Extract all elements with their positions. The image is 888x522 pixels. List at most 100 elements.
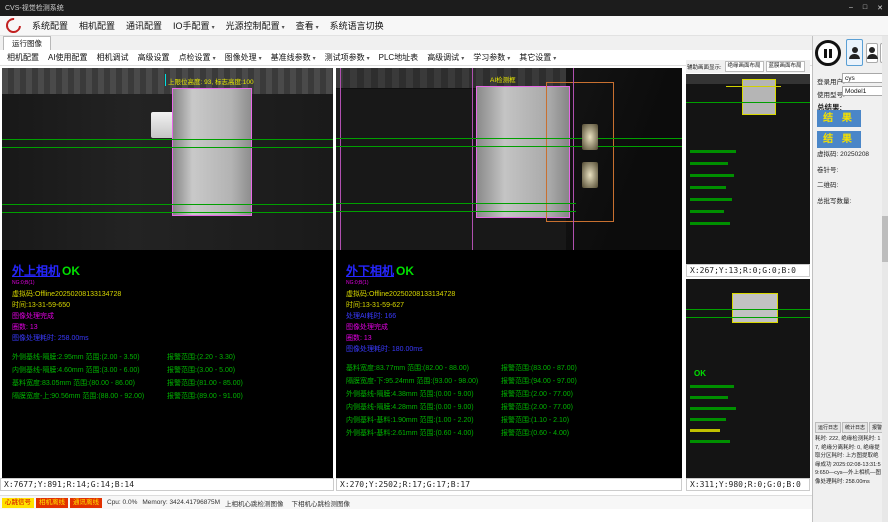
toolbar-item[interactable]: 相机调试 (97, 52, 129, 63)
menu-item[interactable]: 系统语言切换 (330, 19, 384, 32)
aux-view-header: 辅助画面显示: 绝缘画面布局蓝膜画面布局 (686, 60, 810, 73)
camera-view-lower[interactable]: AI检测框 外下相机OK NG:0;B(1) 虚拟码:Offline202502… (336, 68, 682, 478)
side-field-label: 虚拟码: (817, 151, 838, 158)
measurement-alarm-range: 报警范围:(3.00 - 5.00) (167, 364, 235, 377)
tab-run-image[interactable]: 运行图像 (3, 36, 51, 50)
measurement-alarm-range: 报警范围:(83.00 - 87.00) (501, 362, 577, 375)
menu-item[interactable]: 系统配置 (32, 19, 68, 32)
menu-item[interactable]: 通讯配置 (126, 19, 162, 32)
measure-line (686, 317, 810, 318)
app-window: CVS-视觉检测系统 – □ ✕ 系统配置相机配置通讯配置IO手配置光源控制配置… (0, 0, 888, 522)
aux-tabs: 绝缘画面布局蓝膜画面布局 (725, 61, 805, 72)
status-badge: 心跳信号 (2, 498, 34, 508)
reflection-glint (582, 124, 598, 150)
aux-tab[interactable]: 蓝膜画面布局 (766, 61, 805, 72)
measurement-alarm-range: 报警范围:(2.00 - 77.00) (501, 388, 573, 401)
marker-tick (165, 74, 166, 86)
status-badges: 心跳信号相机离线通讯离线 (2, 498, 102, 508)
toolbar-item[interactable]: 相机配置 (7, 52, 39, 63)
inspected-object (172, 88, 252, 216)
measure-line (336, 211, 576, 212)
status-badge: 相机离线 (36, 498, 68, 508)
measure-line (2, 139, 333, 140)
result-badge: 结 果 (817, 110, 861, 127)
measurement-row: 基料宽度:83.77mm 范围:(82.00 - 88.00) 报警范围:(83… (346, 362, 678, 375)
result-badge: 结 果 (817, 131, 861, 148)
model-field[interactable]: Model1 (842, 86, 885, 96)
toolbar-item[interactable]: 图像处理 (225, 52, 262, 63)
camera-fields: 虚拟码:Offline20250208133134728时间:13-31-59-… (12, 289, 329, 344)
toolbar-item[interactable]: 点检设置 (179, 52, 216, 63)
scrollbar-thumb[interactable] (882, 216, 888, 262)
status-extra-text: 下相机心跳检测图像 (292, 498, 351, 508)
camera-view-upper[interactable]: 上限位高度: 93, 标志高度:100 外上相机OK NG:0;B(1) 虚拟码… (2, 68, 333, 478)
measurement-row: 隔膜宽度-上:90.56mm 范围:(88.00 - 92.00) 报警范围:(… (12, 390, 329, 403)
log-tab[interactable]: 统计日志 (842, 422, 868, 433)
camera-field: 时间:13-31-59-627 (346, 300, 678, 311)
toolbar-item[interactable]: 测试项参数 (325, 52, 370, 63)
small-view-status-ok: OK (694, 369, 706, 378)
side-field-label: 二维码: (817, 182, 838, 189)
toolbar-item[interactable]: AI使用配置 (48, 52, 88, 63)
maximize-button[interactable]: □ (863, 4, 867, 12)
log-tab[interactable]: 运行日志 (815, 422, 841, 433)
measurement-row: 内侧基线-隔膜:4.28mm 范围:(0.00 - 9.00) 报警范围:(2.… (346, 401, 678, 414)
coord-bar-lower-camera: X:270;Y:2502;R:17;G:17;B:17 (336, 478, 682, 491)
small-view-bottom[interactable]: OK (686, 279, 810, 478)
measure-line (686, 102, 810, 103)
coord-bar-small-top: X:267;Y:13;R:0;G:0;B:0 (686, 264, 810, 277)
menu-item[interactable]: 光源控制配置 (226, 19, 285, 32)
window-controls: – □ ✕ (849, 4, 883, 12)
user-button[interactable] (866, 43, 878, 63)
status-badge: 通讯离线 (70, 498, 102, 508)
operator-button[interactable] (846, 39, 863, 66)
measurement-alarm-range: 报警范围:(2.20 - 3.30) (167, 351, 235, 364)
small-view-top[interactable] (686, 74, 810, 264)
camera-sub-label: NG:0;B(1) (346, 280, 678, 286)
scrollbar[interactable] (882, 36, 888, 522)
camera-field: 圈数: 13 (12, 322, 329, 333)
menu-item[interactable]: 查看 (296, 19, 319, 32)
measurement-value: 基料宽度:83.77mm 范围:(82.00 - 88.00) (346, 362, 501, 375)
measure-line (336, 146, 682, 147)
measure-line (2, 204, 333, 205)
menu-item[interactable]: 相机配置 (79, 19, 115, 32)
camera-field: 处理AI耗时: 166 (346, 311, 678, 322)
inspected-object (742, 79, 776, 115)
toolbar-item[interactable]: 基准线参数 (271, 52, 316, 63)
menu-item[interactable]: IO手配置 (173, 19, 215, 32)
side-fields: 虚拟码: 20250208 卷针号: 二维码: 总批写数量: (817, 148, 869, 210)
camera-field: 虚拟码:Offline20250208133134728 (346, 289, 678, 300)
measurement-row: 外侧基线-隔膜:2.95mm 范围:(2.00 - 3.50) 报警范围:(2.… (12, 351, 329, 364)
toolbar-item[interactable]: 学习参数 (473, 52, 510, 63)
side-field-row: 二维码: (817, 179, 869, 189)
toolbar-item[interactable]: 其它设置 (519, 52, 556, 63)
close-button[interactable]: ✕ (877, 4, 883, 12)
aux-tab[interactable]: 绝缘画面布局 (725, 61, 764, 72)
operator-icon (852, 47, 858, 53)
measurement-value: 隔膜宽度-上:90.56mm 范围:(88.00 - 92.00) (12, 390, 167, 403)
measurement-rows: 外侧基线-隔膜:2.95mm 范围:(2.00 - 3.50) 报警范围:(2.… (12, 351, 329, 403)
pause-button[interactable] (815, 40, 841, 66)
toolbar-item[interactable]: 高级设置 (138, 52, 170, 63)
cpu-usage: Cpu: 0.0% (107, 499, 137, 506)
minimize-button[interactable]: – (849, 4, 853, 12)
user-icon (869, 47, 875, 53)
login-user-field[interactable]: cys (842, 73, 885, 83)
coord-bar-small-bottom: X:311;Y:980;R:0;G:0;B:0 (686, 478, 810, 491)
toolbar-item[interactable]: 高级调试 (427, 52, 464, 63)
menubar: 系统配置相机配置通讯配置 IO手配置光源控制配置查看系统语言切换 (0, 16, 888, 36)
toolbar-item[interactable]: PLC地址表 (379, 52, 419, 63)
measurement-row: 外侧基料-基料:2.61mm 范围:(0.60 - 4.00) 报警范围:(0.… (346, 427, 678, 440)
reference-line (472, 68, 473, 250)
measure-line (686, 309, 810, 310)
camera-image-upper: 上限位高度: 93, 标志高度:100 (2, 68, 333, 250)
pause-icon (824, 49, 827, 58)
status-extra-text: 上相机心跳检测图像 (225, 498, 284, 508)
measurement-row: 内侧基料-基料:1.90mm 范围:(1.00 - 2.20) 报警范围:(1.… (346, 414, 678, 427)
side-field-label: 总批写数量: (817, 198, 851, 205)
measurement-value: 外侧基线-隔膜:4.38mm 范围:(0.00 - 9.00) (346, 388, 501, 401)
side-panel: 登录用户: cys 使用型号: Model1 总结果: 结 果 结 果 虚拟码:… (812, 36, 888, 522)
camera-result-text-lower: 外下相机OK NG:0;B(1) 虚拟码:Offline202502081331… (346, 262, 678, 440)
measurement-alarm-range: 报警范围:(0.60 - 4.00) (501, 427, 569, 440)
